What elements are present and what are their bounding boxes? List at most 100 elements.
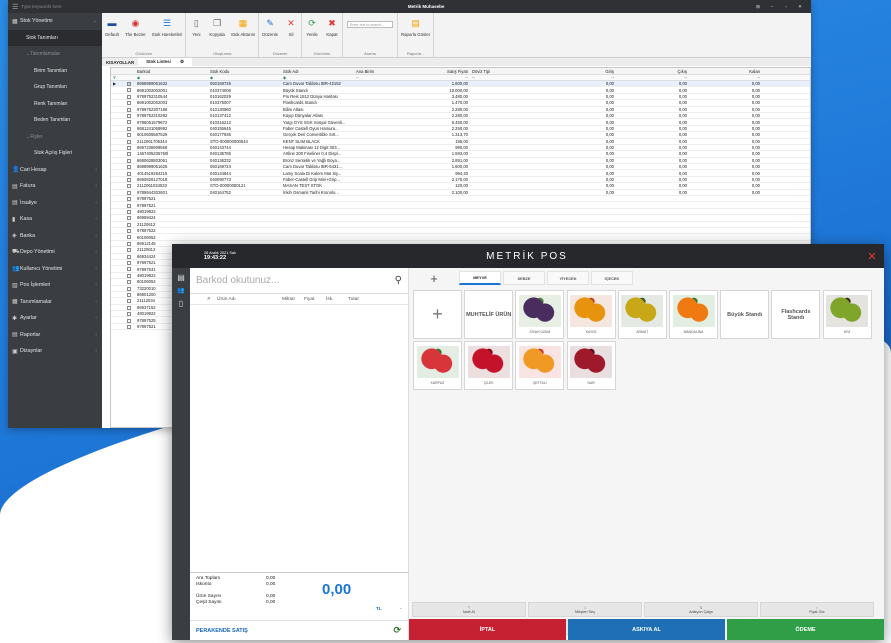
row-checkbox-cell[interactable] [123,196,135,202]
sidebar-item[interactable]: Birim Tanımları [8,63,102,80]
filter-cell[interactable]: -- [412,75,470,80]
menu-icon[interactable]: ☰ [12,3,18,11]
row-checkbox-cell[interactable] [123,171,135,176]
row-checkbox-cell[interactable] [123,190,135,195]
action-button[interactable]: ↰ İade Al [412,602,526,617]
product-tile[interactable]: + [413,290,462,339]
row-checkbox[interactable] [127,190,131,195]
row-checkbox[interactable] [127,133,131,138]
sidebar-item[interactable]: 👤 Cari Hesap ‹ [8,162,102,179]
row-checkbox-cell[interactable] [123,209,135,214]
sidebar-item[interactable]: ⛟ Depo Yönetimi ‹ [8,244,102,261]
row-checkbox-cell[interactable] [123,311,135,317]
row-checkbox[interactable] [127,267,131,272]
sidebar-item[interactable]: 👥 Kullanıcı Yönetimi ‹ [8,261,102,278]
row-checkbox-cell[interactable] [123,145,135,150]
row-checkbox[interactable] [127,145,131,150]
row-checkbox-cell[interactable] [123,267,135,272]
row-checkbox[interactable] [127,152,131,157]
sidebar-item[interactable]: ⌄ Tanımlamalar [8,46,102,63]
row-checkbox[interactable] [127,184,131,189]
filter-cell[interactable]: -- [689,75,762,80]
row-checkbox-cell[interactable] [123,247,135,253]
column-header[interactable]: Kalan [689,69,762,74]
row-checkbox[interactable] [127,101,131,106]
row-checkbox[interactable] [127,177,131,182]
filter-cell[interactable]: -- [470,75,543,80]
column-header[interactable]: Stok Adı [281,69,354,74]
row-checkbox-cell[interactable] [123,286,135,291]
row-checkbox[interactable] [127,324,131,329]
sidebar-item[interactable]: ▤ Raporlar ‹ [8,327,102,344]
sidebar-item[interactable]: ✱ Ayarlar ‹ [8,310,102,327]
row-checkbox[interactable] [127,158,131,163]
ribbon-button[interactable]: ✖ Kapat [322,13,342,48]
ribbon-button[interactable]: ▦ Stok Aktarım [228,13,258,48]
row-checkbox-cell[interactable] [123,113,135,119]
product-tile[interactable]: ARMUT [617,290,667,339]
sidebar-item[interactable]: ▤ İrsaliye ‹ [8,195,102,212]
sidebar-item[interactable]: Grup Tanımları [8,79,102,96]
row-checkbox[interactable] [127,139,131,144]
row-checkbox[interactable] [127,254,131,259]
row-checkbox-cell[interactable] [123,164,135,170]
column-header[interactable]: Giriş [543,69,616,74]
sidebar-item[interactable]: ⌄ Fişler [8,129,102,146]
row-checkbox[interactable] [127,299,131,304]
column-header[interactable]: Ana Birim [354,69,412,74]
row-checkbox-cell[interactable] [123,273,135,278]
sidebar-item[interactable]: ◈ Banka ‹ [8,228,102,245]
product-tile[interactable]: NAR [566,341,616,390]
sale-mode-label[interactable]: PERAKENDE SATIŞ [196,628,248,634]
row-checkbox-cell[interactable] [123,100,135,106]
row-checkbox-cell[interactable] [123,298,135,304]
row-checkbox[interactable] [127,114,131,119]
row-checkbox[interactable] [127,203,131,208]
refresh-icon[interactable]: ⟳ [393,625,401,636]
sidebar-item[interactable]: Stok Tanımları [8,29,102,46]
barcode-field[interactable]: Barkod okutunuz... ⚲ [190,268,408,294]
row-checkbox[interactable] [127,286,131,291]
filter-cell[interactable]: -- [354,75,412,80]
row-checkbox-cell[interactable] [123,215,135,221]
action-button[interactable]: ⇅ Adisyon Çağır [644,602,758,617]
global-search[interactable]: Type keywords here [21,4,101,9]
row-checkbox-cell[interactable] [123,151,135,157]
column-header[interactable]: Döviz Tipi [470,69,543,74]
search-input[interactable]: Enter text to search... [347,21,394,28]
category-tab[interactable]: SEBZE [503,271,545,285]
row-checkbox[interactable] [127,165,131,170]
product-tile[interactable]: Flashcards Standı [771,290,821,339]
filter-cell[interactable]: ⊽ [111,75,123,80]
row-checkbox[interactable] [127,273,131,278]
row-checkbox-cell[interactable] [123,177,135,182]
row-checkbox[interactable] [127,120,131,125]
ribbon-button[interactable]: ▬ Default [102,13,122,48]
ribbon-button[interactable]: ◉ The Bezier [122,13,149,48]
column-header[interactable]: Satış Fiyatı [412,69,470,74]
users-icon[interactable]: 👥 [177,287,184,294]
sidebar-item[interactable]: ▦ Stok Yönetimi ⌄ [8,13,102,30]
row-checkbox-cell[interactable] [123,88,135,93]
row-checkbox-cell[interactable] [123,292,135,297]
row-checkbox-cell[interactable] [123,94,135,99]
row-checkbox-cell[interactable] [123,222,135,227]
product-tile[interactable]: KİVİ [822,290,872,339]
filter-cell[interactable]: ◆ [208,75,281,80]
row-checkbox[interactable] [127,107,131,112]
row-checkbox-cell[interactable] [123,235,135,240]
filter-cell[interactable]: -- [543,75,616,80]
action-button[interactable]: ⌕ Fiyat Gör [760,602,874,617]
ribbon-button[interactable]: ✕ Sil [281,13,301,48]
pay-button[interactable]: İPTAL [409,619,566,640]
tab-stok-listesi[interactable]: Stok Listesi ⚙ [138,58,192,66]
category-tab[interactable]: İÇECEK [591,271,633,285]
row-checkbox[interactable] [127,197,131,202]
sidebar-item[interactable]: ▧ Pos İşlemleri ‹ [8,277,102,294]
pay-button[interactable]: ÖDEME [727,619,884,640]
sidebar-item[interactable]: ▮ Kasa ‹ [8,211,102,228]
sidebar-item[interactable]: ▣ Dizaynlar ‹ [8,343,102,360]
row-checkbox-cell[interactable] [123,126,135,131]
ribbon-button[interactable]: ▤ Raporla Göster [398,13,433,48]
ribbon-button[interactable]: ✎ Düzenle [259,13,281,48]
